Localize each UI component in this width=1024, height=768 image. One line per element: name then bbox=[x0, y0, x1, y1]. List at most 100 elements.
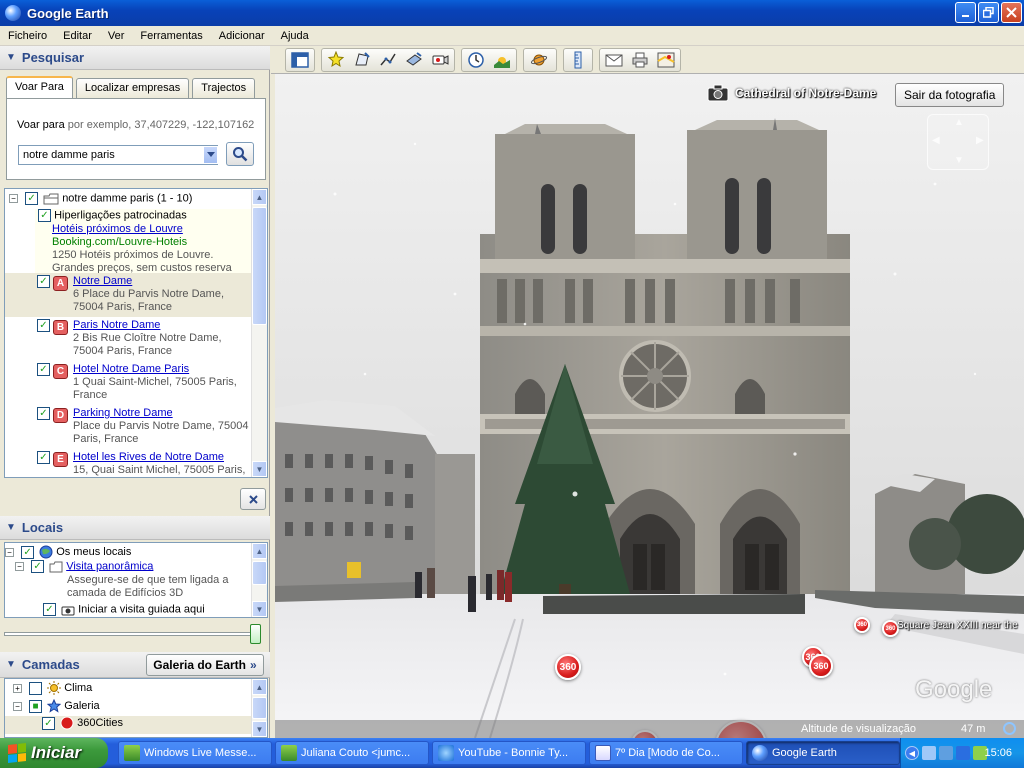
result-checkbox[interactable]: ✓ bbox=[37, 363, 50, 376]
title-bar[interactable]: Google Earth bbox=[0, 0, 1024, 26]
tour-speed-slider[interactable] bbox=[4, 622, 262, 644]
scroll-up-arrow-icon[interactable]: ▲ bbox=[252, 189, 267, 205]
sightseeing-checkbox[interactable]: ✓ bbox=[31, 560, 45, 573]
record-tour-button[interactable] bbox=[427, 49, 453, 71]
google-earth-app-icon[interactable] bbox=[5, 5, 21, 21]
tab-fly-to[interactable]: Voar Para bbox=[6, 76, 73, 98]
nav-right-arrow-icon[interactable]: ▶ bbox=[976, 135, 984, 146]
places-tree[interactable]: − ✓ Os meus locais − ✓ Visita panorâmica… bbox=[4, 542, 268, 618]
layers-scrollbar[interactable]: ▲ ▼ bbox=[251, 679, 267, 737]
historical-imagery-button[interactable] bbox=[463, 49, 489, 71]
menu-view[interactable]: Ver bbox=[100, 30, 133, 42]
search-button[interactable] bbox=[226, 142, 254, 166]
collapse-toggle[interactable]: − bbox=[9, 194, 18, 203]
sponsored-checkbox[interactable]: ✓ bbox=[38, 209, 51, 222]
result-item-b[interactable]: ✓ B Paris Notre Dame 2 Bis Rue Cloître N… bbox=[5, 317, 251, 361]
scrollbar-thumb[interactable] bbox=[252, 561, 267, 585]
show-hidden-icons-button[interactable]: ◀ bbox=[905, 746, 919, 760]
start-tour-checkbox[interactable]: ✓ bbox=[43, 603, 56, 616]
taskbar-item-word[interactable]: 7º Dia [Modo de Co... bbox=[589, 741, 743, 765]
add-image-overlay-button[interactable] bbox=[401, 49, 427, 71]
nav-down-arrow-icon[interactable]: ▼ bbox=[954, 155, 964, 166]
collapse-triangle-icon[interactable]: ▼ bbox=[6, 659, 16, 670]
menu-help[interactable]: Ajuda bbox=[273, 30, 317, 42]
taskbar-item-youtube[interactable]: YouTube - Bonnie Ty... bbox=[432, 741, 586, 765]
layer-360cities[interactable]: ✓ 360Cities bbox=[5, 716, 251, 734]
sightseeing-link[interactable]: Visita panorâmica bbox=[66, 560, 153, 572]
collapse-triangle-icon[interactable]: ▼ bbox=[6, 522, 16, 533]
result-item-d[interactable]: ✓ D Parking Notre Dame Place du Parvis N… bbox=[5, 405, 251, 449]
360-photo-badge[interactable]: 360 bbox=[854, 617, 870, 633]
scrollbar-thumb[interactable] bbox=[252, 697, 267, 719]
email-button[interactable] bbox=[601, 49, 627, 71]
add-path-button[interactable] bbox=[375, 49, 401, 71]
search-section-header[interactable]: ▼ Pesquisar bbox=[0, 46, 270, 70]
360-photo-badge[interactable]: 360 bbox=[555, 654, 581, 680]
clear-search-button[interactable] bbox=[240, 488, 266, 510]
places-scrollbar[interactable]: ▲ ▼ bbox=[251, 543, 267, 617]
sightseeing-row[interactable]: − ✓ Visita panorâmica bbox=[15, 560, 153, 573]
result-title[interactable]: Paris Notre Dame bbox=[73, 319, 160, 331]
collapse-toggle[interactable]: − bbox=[13, 701, 22, 711]
restore-button[interactable] bbox=[978, 2, 999, 23]
view-in-maps-button[interactable] bbox=[653, 49, 679, 71]
layer-checkbox[interactable]: ✓ bbox=[42, 716, 55, 730]
result-checkbox[interactable]: ✓ bbox=[37, 319, 50, 332]
result-title[interactable]: Hotel Notre Dame Paris bbox=[73, 363, 189, 375]
ruler-button[interactable] bbox=[565, 49, 591, 71]
exit-photo-button[interactable]: Sair da fotografia bbox=[895, 83, 1005, 107]
result-checkbox[interactable]: ✓ bbox=[37, 275, 50, 288]
scroll-up-arrow-icon[interactable]: ▲ bbox=[252, 679, 267, 695]
my-places-row[interactable]: − ✓ Os meus locais bbox=[5, 545, 131, 559]
navigation-control[interactable]: ▲ ▼ ◀ ▶ bbox=[927, 114, 989, 170]
nav-left-arrow-icon[interactable]: ◀ bbox=[932, 135, 940, 146]
result-item-a[interactable]: ✓ A Notre Dame 6 Place du Parvis Notre D… bbox=[5, 273, 251, 317]
earth-3d-viewport[interactable]: Cathedral of Notre-Dame Sair da fotograf… bbox=[275, 74, 1024, 738]
taskbar-item-google-earth[interactable]: Google Earth bbox=[746, 741, 900, 765]
menu-add[interactable]: Adicionar bbox=[211, 30, 273, 42]
menu-file[interactable]: Ficheiro bbox=[0, 30, 55, 42]
tab-find-businesses[interactable]: Localizar empresas bbox=[75, 78, 190, 98]
result-checkbox[interactable]: ✓ bbox=[37, 451, 50, 464]
collapse-triangle-icon[interactable]: ▼ bbox=[6, 52, 16, 63]
toggle-sidebar-button[interactable] bbox=[287, 49, 313, 71]
360-photo-badge[interactable]: 360 bbox=[809, 654, 833, 678]
slider-track[interactable] bbox=[4, 632, 254, 636]
result-title[interactable]: Notre Dame bbox=[73, 275, 132, 287]
my-places-checkbox[interactable]: ✓ bbox=[21, 545, 35, 559]
scroll-up-arrow-icon[interactable]: ▲ bbox=[252, 543, 267, 559]
search-results-tree[interactable]: − ✓ notre damme paris (1 - 10) ✓ Hiperli… bbox=[4, 188, 268, 478]
menu-edit[interactable]: Editar bbox=[55, 30, 100, 42]
tab-directions[interactable]: Trajectos bbox=[192, 78, 256, 98]
scroll-down-arrow-icon[interactable]: ▼ bbox=[252, 601, 267, 617]
expand-toggle[interactable]: + bbox=[13, 683, 22, 693]
search-input[interactable] bbox=[18, 145, 218, 165]
close-button[interactable] bbox=[1001, 2, 1022, 23]
layers-tree[interactable]: + Clima − ■ Galeria ✓ 360Cities ▲ ▼ bbox=[4, 678, 268, 738]
start-tour-row[interactable]: ✓ Iniciar a visita guiada aqui bbox=[43, 603, 205, 616]
result-title[interactable]: Parking Notre Dame bbox=[73, 407, 173, 419]
scroll-down-arrow-icon[interactable]: ▼ bbox=[252, 461, 267, 477]
layer-checkbox[interactable]: ■ bbox=[29, 699, 43, 713]
sponsored-url[interactable]: Booking.com/Louvre-Hoteis bbox=[52, 236, 187, 248]
result-title[interactable]: Hotel les Rives de Notre Dame bbox=[73, 451, 224, 463]
collapse-toggle[interactable]: − bbox=[5, 547, 14, 557]
result-item-e[interactable]: ✓ E Hotel les Rives de Notre Dame 15, Qu… bbox=[5, 449, 251, 477]
taskbar-item-messenger[interactable]: Windows Live Messe... bbox=[118, 741, 272, 765]
add-placemark-button[interactable] bbox=[323, 49, 349, 71]
monitor-icon[interactable] bbox=[956, 746, 970, 760]
places-section-header[interactable]: ▼ Locais bbox=[0, 516, 270, 540]
earth-gallery-button[interactable]: Galeria do Earth » bbox=[146, 654, 264, 676]
collapse-toggle[interactable]: − bbox=[15, 562, 24, 571]
switch-planet-button[interactable] bbox=[525, 49, 555, 71]
search-history-dropdown[interactable] bbox=[203, 146, 218, 164]
layer-checkbox[interactable] bbox=[29, 681, 43, 695]
results-scrollbar[interactable]: ▲ ▼ bbox=[251, 189, 267, 477]
layer-gallery[interactable]: − ■ Galeria bbox=[13, 698, 100, 713]
result-checkbox[interactable]: ✓ bbox=[37, 407, 50, 420]
scrollbar-thumb[interactable] bbox=[252, 207, 267, 325]
slider-knob[interactable] bbox=[250, 624, 261, 644]
scroll-down-arrow-icon[interactable]: ▼ bbox=[252, 721, 267, 737]
add-polygon-button[interactable] bbox=[349, 49, 375, 71]
sunlight-button[interactable] bbox=[489, 49, 515, 71]
